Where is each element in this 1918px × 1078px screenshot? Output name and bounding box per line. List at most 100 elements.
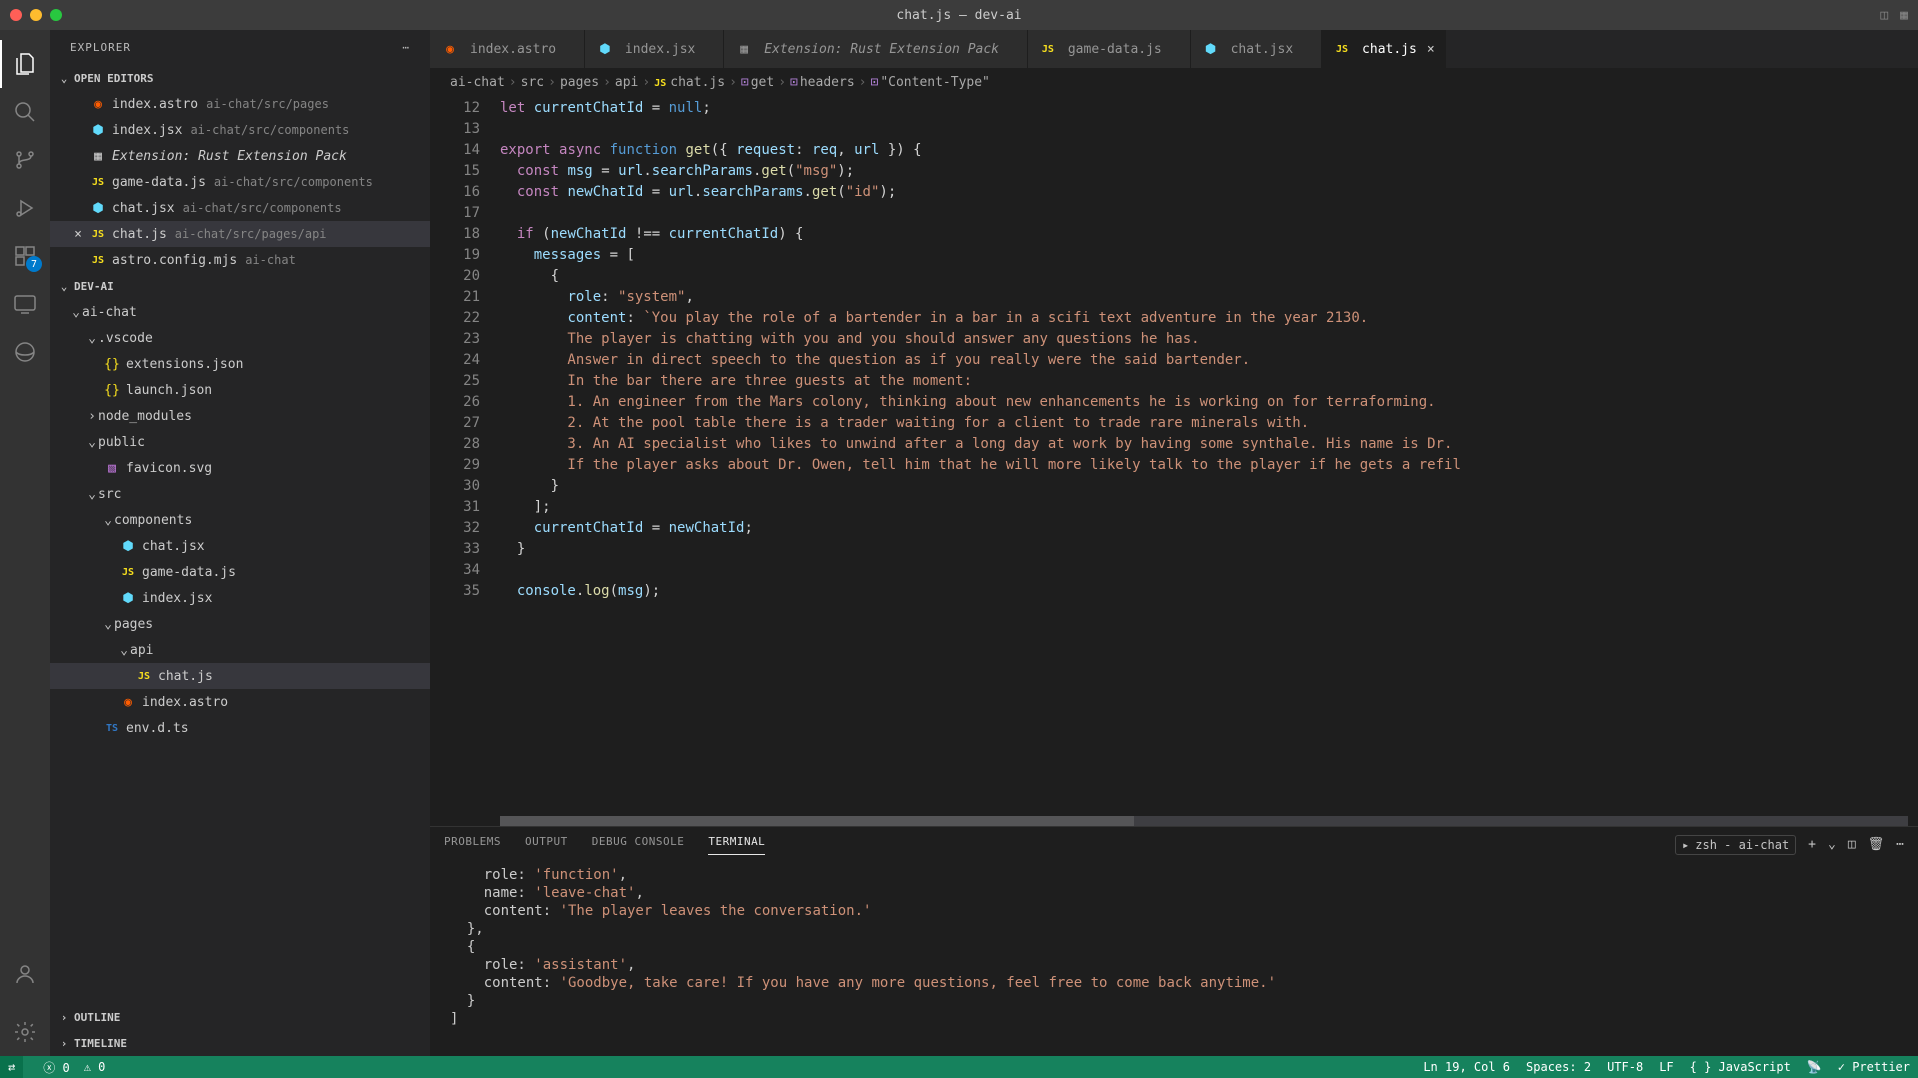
code-line[interactable] [500, 203, 1918, 224]
open-editor-item[interactable]: ×▦Extension: Rust Extension Pack [50, 143, 430, 169]
breadcrumb-segment[interactable]: pages [560, 75, 599, 90]
file-item[interactable]: ⬢chat.jsx [50, 533, 430, 559]
terminal-dropdown-icon[interactable]: ⌄ [1828, 837, 1836, 852]
minimize-window-button[interactable] [30, 9, 42, 21]
close-icon[interactable]: × [1427, 42, 1435, 57]
folder-item[interactable]: ⌄ai-chat [50, 299, 430, 325]
file-item[interactable]: {}extensions.json [50, 351, 430, 377]
open-editor-item[interactable]: ×⬢chat.jsxai-chat/src/components [50, 195, 430, 221]
trash-icon[interactable]: 🗑 [1868, 837, 1885, 852]
file-item[interactable]: JSchat.js [50, 663, 430, 689]
breadcrumb-segment[interactable]: ⊡get [741, 75, 774, 90]
code-line[interactable]: content: `You play the role of a bartend… [500, 308, 1918, 329]
folder-item[interactable]: ⌄src [50, 481, 430, 507]
code-line[interactable]: const msg = url.searchParams.get("msg"); [500, 161, 1918, 182]
open-editors-section[interactable]: ⌄ OPEN EDITORS [50, 65, 430, 91]
editor-tab[interactable]: JSgame-data.js× [1028, 30, 1191, 68]
editor-tab[interactable]: ▦Extension: Rust Extension Pack× [724, 30, 1028, 68]
settings-activity[interactable] [0, 1008, 50, 1056]
code-editor[interactable]: 1213141516171819202122232425262728293031… [430, 96, 1918, 816]
source-control-activity[interactable] [0, 136, 50, 184]
breadcrumb-segment[interactable]: src [521, 75, 544, 90]
folder-item[interactable]: ⌄components [50, 507, 430, 533]
terminal-output[interactable]: role: 'function', name: 'leave-chat', co… [430, 862, 1918, 1056]
close-window-button[interactable] [10, 9, 22, 21]
panel-tab-output[interactable]: OUTPUT [525, 835, 568, 855]
close-icon[interactable]: × [68, 227, 88, 242]
search-activity[interactable] [0, 88, 50, 136]
timeline-section[interactable]: › TIMELINE [50, 1030, 430, 1056]
terminal-selector[interactable]: ▸ zsh - ai-chat [1675, 835, 1796, 855]
breadcrumb[interactable]: ai-chat›src›pages›api›JSchat.js›⊡get›⊡he… [430, 68, 1918, 96]
maximize-window-button[interactable] [50, 9, 62, 21]
editor-tab[interactable]: JSchat.js× [1322, 30, 1446, 68]
sidebar-more-icon[interactable]: ⋯ [402, 41, 410, 54]
folder-item[interactable]: ⌄public [50, 429, 430, 455]
folder-item[interactable]: ⌄api [50, 637, 430, 663]
breadcrumb-segment[interactable]: api [615, 75, 638, 90]
folder-item[interactable]: ⌄pages [50, 611, 430, 637]
editor-tab[interactable]: ⬢index.jsx× [585, 30, 724, 68]
account-activity[interactable] [0, 950, 50, 998]
code-line[interactable]: In the bar there are three guests at the… [500, 371, 1918, 392]
breadcrumb-segment[interactable]: ⊡"Content-Type" [870, 75, 989, 90]
layout-customize-icon[interactable]: ▦ [1900, 8, 1908, 23]
panel-tab-terminal[interactable]: TERMINAL [708, 835, 765, 855]
warning-count[interactable]: ⚠ 0 [84, 1060, 106, 1074]
code-line[interactable]: messages = [ [500, 245, 1918, 266]
code-line[interactable]: ]; [500, 497, 1918, 518]
code-line[interactable]: 1. An engineer from the Mars colony, thi… [500, 392, 1918, 413]
code-content[interactable]: let currentChatId = null; export async f… [500, 96, 1918, 816]
file-item[interactable]: ◉index.astro [50, 689, 430, 715]
code-line[interactable] [500, 560, 1918, 581]
editor-tab[interactable]: ⬢chat.jsx× [1191, 30, 1322, 68]
code-line[interactable]: let currentChatId = null; [500, 98, 1918, 119]
file-item[interactable]: ⬢index.jsx [50, 585, 430, 611]
file-item[interactable]: {}launch.json [50, 377, 430, 403]
code-line[interactable]: 2. At the pool table there is a trader w… [500, 413, 1918, 434]
run-debug-activity[interactable] [0, 184, 50, 232]
folder-item[interactable]: ⌄.vscode [50, 325, 430, 351]
file-item[interactable]: TSenv.d.ts [50, 715, 430, 741]
project-section[interactable]: ⌄ DEV-AI [50, 273, 430, 299]
outline-section[interactable]: › OUTLINE [50, 1004, 430, 1030]
code-line[interactable]: 3. An AI specialist who likes to unwind … [500, 434, 1918, 455]
error-count[interactable]: ⓧ 0 [43, 1059, 69, 1076]
feedback-icon[interactable]: 📡 [1807, 1060, 1822, 1074]
code-line[interactable]: export async function get({ request: req… [500, 140, 1918, 161]
code-line[interactable]: } [500, 476, 1918, 497]
code-line[interactable]: const newChatId = url.searchParams.get("… [500, 182, 1918, 203]
breadcrumb-segment[interactable]: ⊡headers [790, 75, 855, 90]
panel-tab-debug-console[interactable]: DEBUG CONSOLE [592, 835, 685, 855]
code-line[interactable]: role: "system", [500, 287, 1918, 308]
open-editor-item[interactable]: ×◉index.astroai-chat/src/pages [50, 91, 430, 117]
horizontal-scrollbar[interactable] [500, 816, 1908, 826]
file-item[interactable]: JSgame-data.js [50, 559, 430, 585]
eol-status[interactable]: LF [1659, 1060, 1673, 1074]
open-editor-item[interactable]: ×JSastro.config.mjsai-chat [50, 247, 430, 273]
edge-activity[interactable] [0, 328, 50, 376]
panel-more-icon[interactable]: ⋯ [1896, 837, 1904, 852]
folder-item[interactable]: ›node_modules [50, 403, 430, 429]
open-editor-item[interactable]: ×⬢index.jsxai-chat/src/components [50, 117, 430, 143]
explorer-activity[interactable] [0, 40, 50, 88]
layout-toggle-icon[interactable]: ◫ [1880, 8, 1888, 23]
code-line[interactable]: If the player asks about Dr. Owen, tell … [500, 455, 1918, 476]
remote-indicator[interactable]: ⇄ [0, 1056, 23, 1078]
new-terminal-icon[interactable]: + [1808, 837, 1816, 852]
code-line[interactable]: currentChatId = newChatId; [500, 518, 1918, 539]
extensions-activity[interactable]: 7 [0, 232, 50, 280]
open-editor-item[interactable]: ×JSgame-data.jsai-chat/src/components [50, 169, 430, 195]
code-line[interactable]: The player is chatting with you and you … [500, 329, 1918, 350]
code-line[interactable]: { [500, 266, 1918, 287]
code-line[interactable] [500, 119, 1918, 140]
open-editor-item[interactable]: ×JSchat.jsai-chat/src/pages/api [50, 221, 430, 247]
remote-activity[interactable] [0, 280, 50, 328]
breadcrumb-segment[interactable]: ai-chat [450, 75, 505, 90]
indent-status[interactable]: Spaces: 2 [1526, 1060, 1591, 1074]
breadcrumb-segment[interactable]: JSchat.js [654, 75, 725, 90]
split-terminal-icon[interactable]: ◫ [1848, 837, 1856, 852]
language-status[interactable]: { } JavaScript [1690, 1060, 1791, 1074]
encoding-status[interactable]: UTF-8 [1607, 1060, 1643, 1074]
cursor-position[interactable]: Ln 19, Col 6 [1423, 1060, 1510, 1074]
